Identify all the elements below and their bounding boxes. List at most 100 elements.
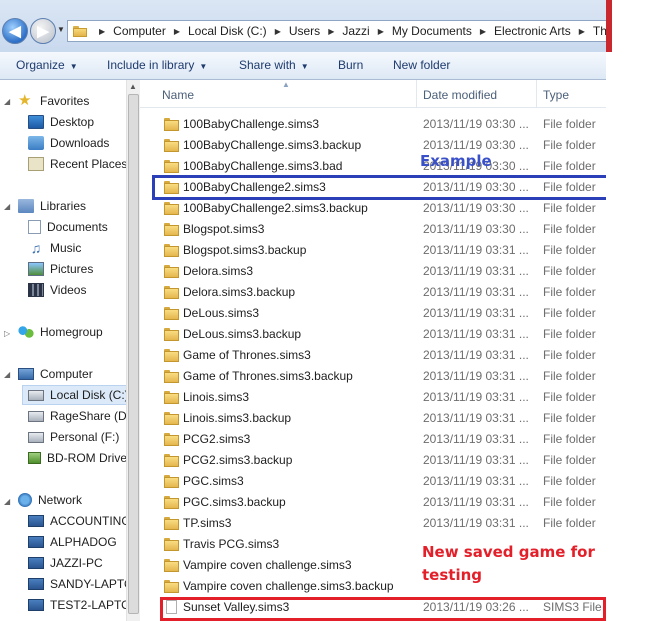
- file-row[interactable]: PCG2.sims3.backup 2013/11/19 03:31 ... Fil…: [140, 450, 606, 471]
- nav-label: Videos: [50, 283, 87, 297]
- breadcrumb-my-documents[interactable]: My Documents: [392, 24, 472, 38]
- folder-icon: [164, 580, 179, 593]
- burn-button[interactable]: Burn: [338, 58, 363, 72]
- expand-icon[interactable]: ▷: [4, 329, 10, 338]
- scrollbar-thumb[interactable]: [128, 94, 139, 614]
- nav-network[interactable]: Network: [18, 490, 82, 510]
- nav-accounting[interactable]: ACCOUNTING: [28, 511, 126, 531]
- file-row[interactable]: Linois.sims3.backup 2013/11/19 03:31 ... F…: [140, 408, 606, 429]
- collapse-icon[interactable]: ◢: [4, 497, 10, 506]
- chevron-right-icon[interactable]: ▶: [99, 27, 105, 36]
- nav-favorites[interactable]: ★ Favorites: [18, 91, 89, 111]
- nav-homegroup[interactable]: Homegroup: [18, 322, 103, 342]
- chevron-right-icon[interactable]: ▶: [378, 27, 384, 36]
- nav-label: Desktop: [50, 115, 95, 129]
- folder-icon: [164, 559, 179, 572]
- file-row[interactable]: TP.sims3 2013/11/19 03:31 ... File folder: [140, 513, 606, 534]
- nav-desktop[interactable]: Desktop: [28, 112, 94, 132]
- file-date-modified: 2013/11/19 03:31 ...: [423, 285, 529, 299]
- nav-alphadog[interactable]: ALPHADOG: [28, 532, 117, 552]
- file-row[interactable]: 100BabyChallenge.sims3.bad 2013/11/19 03:…: [140, 156, 606, 177]
- column-divider[interactable]: [536, 80, 537, 108]
- column-divider[interactable]: [416, 80, 417, 108]
- nav-downloads[interactable]: Downloads: [28, 133, 109, 153]
- nav-label: BD-ROM Drive: [47, 451, 126, 465]
- chevron-right-icon[interactable]: ▶: [579, 27, 585, 36]
- breadcrumb-computer[interactable]: Computer: [113, 24, 166, 38]
- file-row[interactable]: PGC.sims3 2013/11/19 03:31 ... File folder: [140, 471, 606, 492]
- recent-pages-dropdown-icon[interactable]: ▼: [57, 25, 65, 34]
- file-name: Linois.sims3.backup: [183, 411, 292, 425]
- nav-sandy-laptop[interactable]: SANDY-LAPTO: [28, 574, 126, 594]
- breadcrumb-electronic-arts[interactable]: Electronic Arts: [494, 24, 571, 38]
- chevron-right-icon[interactable]: ▶: [275, 27, 281, 36]
- folder-icon: [164, 202, 179, 215]
- file-date-modified: 2013/11/19 03:31 ...: [423, 264, 529, 278]
- bd-rom-icon: [28, 452, 41, 464]
- back-button[interactable]: ◀: [2, 18, 28, 44]
- nav-recent-places[interactable]: Recent Places: [28, 154, 126, 174]
- nav-personal[interactable]: Personal (F:): [28, 427, 119, 447]
- nav-videos[interactable]: Videos: [28, 280, 86, 300]
- file-row[interactable]: PCG2.sims3 2013/11/19 03:31 ... File folde…: [140, 429, 606, 450]
- column-type[interactable]: Type: [543, 88, 569, 102]
- breadcrumb-users[interactable]: Users: [289, 24, 320, 38]
- file-row[interactable]: PGC.sims3.backup 2013/11/19 03:31 ... File…: [140, 492, 606, 513]
- collapse-icon[interactable]: ◢: [4, 370, 10, 379]
- network-computer-icon: [28, 515, 44, 527]
- file-type: File folder: [543, 369, 596, 383]
- column-date-modified[interactable]: Date modified: [423, 88, 497, 102]
- file-row[interactable]: 100BabyChallenge2.sims3.backup 2013/11/19…: [140, 198, 606, 219]
- file-type: File folder: [543, 201, 596, 215]
- nav-scrollbar[interactable]: ▲: [126, 80, 140, 621]
- file-row[interactable]: 100BabyChallenge.sims3 2013/11/19 03:30 .…: [140, 114, 606, 135]
- file-row[interactable]: Game of Thrones.sims3 2013/11/19 03:31 ..…: [140, 345, 606, 366]
- new-folder-button[interactable]: New folder: [393, 58, 450, 72]
- file-type: File folder: [543, 327, 596, 341]
- collapse-icon[interactable]: ◢: [4, 97, 10, 106]
- file-row[interactable]: DeLous.sims3 2013/11/19 03:31 ... File fol…: [140, 303, 606, 324]
- share-with-button[interactable]: Share with ▼: [239, 58, 309, 72]
- chevron-right-icon[interactable]: ▶: [174, 27, 180, 36]
- nav-rageshare[interactable]: RageShare (D:): [28, 406, 126, 426]
- breadcrumb-the[interactable]: The: [593, 24, 606, 38]
- file-row[interactable]: Delora.sims3.backup 2013/11/19 03:31 ... F…: [140, 282, 606, 303]
- file-name: 100BabyChallenge.sims3: [183, 117, 320, 131]
- address-bar[interactable]: ▶ Computer ▶ Local Disk (C:) ▶ Users ▶ J…: [67, 20, 606, 42]
- file-row[interactable]: Linois.sims3 2013/11/19 03:31 ... File fol…: [140, 387, 606, 408]
- organize-button[interactable]: Organize ▼: [16, 58, 78, 72]
- file-name: Delora.sims3.backup: [183, 285, 296, 299]
- nav-music[interactable]: ♫ Music: [28, 238, 82, 258]
- organize-label: Organize: [16, 58, 65, 72]
- file-date-modified: 2013/11/19 03:30 ...: [423, 222, 529, 236]
- file-row[interactable]: Game of Thrones.sims3.backup 2013/11/19 0…: [140, 366, 606, 387]
- nav-local-disk[interactable]: Local Disk (C:): [22, 385, 126, 405]
- chevron-right-icon[interactable]: ▶: [328, 27, 334, 36]
- collapse-icon[interactable]: ◢: [4, 202, 10, 211]
- folder-icon: [164, 328, 179, 341]
- nav-bd-rom[interactable]: BD-ROM Drive: [28, 448, 126, 468]
- file-date-modified: 2013/11/19 03:30 ...: [423, 201, 529, 215]
- file-date-modified: 2013/11/19 03:31 ...: [423, 432, 529, 446]
- file-row[interactable]: 100BabyChallenge.sims3.backup 2013/11/19 …: [140, 135, 606, 156]
- breadcrumb-jazzi[interactable]: Jazzi: [342, 24, 369, 38]
- folder-icon: [164, 538, 179, 551]
- column-name[interactable]: Name: [162, 88, 194, 102]
- nav-documents[interactable]: Documents: [28, 217, 108, 237]
- nav-test2-laptop[interactable]: TEST2-LAPTO: [28, 595, 126, 615]
- file-row[interactable]: DeLous.sims3.backup 2013/11/19 03:31 ... F…: [140, 324, 606, 345]
- file-row[interactable]: Delora.sims3 2013/11/19 03:31 ... File fol…: [140, 261, 606, 282]
- forward-button[interactable]: ▶: [30, 18, 56, 44]
- file-row[interactable]: Blogspot.sims3 2013/11/19 03:30 ... File f…: [140, 219, 606, 240]
- nav-libraries[interactable]: Libraries: [18, 196, 86, 216]
- nav-computer[interactable]: Computer: [18, 364, 93, 384]
- nav-jazzi-pc[interactable]: JAZZI-PC: [28, 553, 103, 573]
- file-date-modified: 2013/11/19 03:31 ...: [423, 474, 529, 488]
- file-row[interactable]: Blogspot.sims3.backup 2013/11/19 03:31 ..…: [140, 240, 606, 261]
- nav-label: Network: [38, 493, 83, 507]
- scroll-up-icon[interactable]: ▲: [129, 82, 137, 91]
- chevron-right-icon[interactable]: ▶: [480, 27, 486, 36]
- include-in-library-button[interactable]: Include in library ▼: [107, 58, 207, 72]
- nav-pictures[interactable]: Pictures: [28, 259, 93, 279]
- breadcrumb-local-disk[interactable]: Local Disk (C:): [188, 24, 267, 38]
